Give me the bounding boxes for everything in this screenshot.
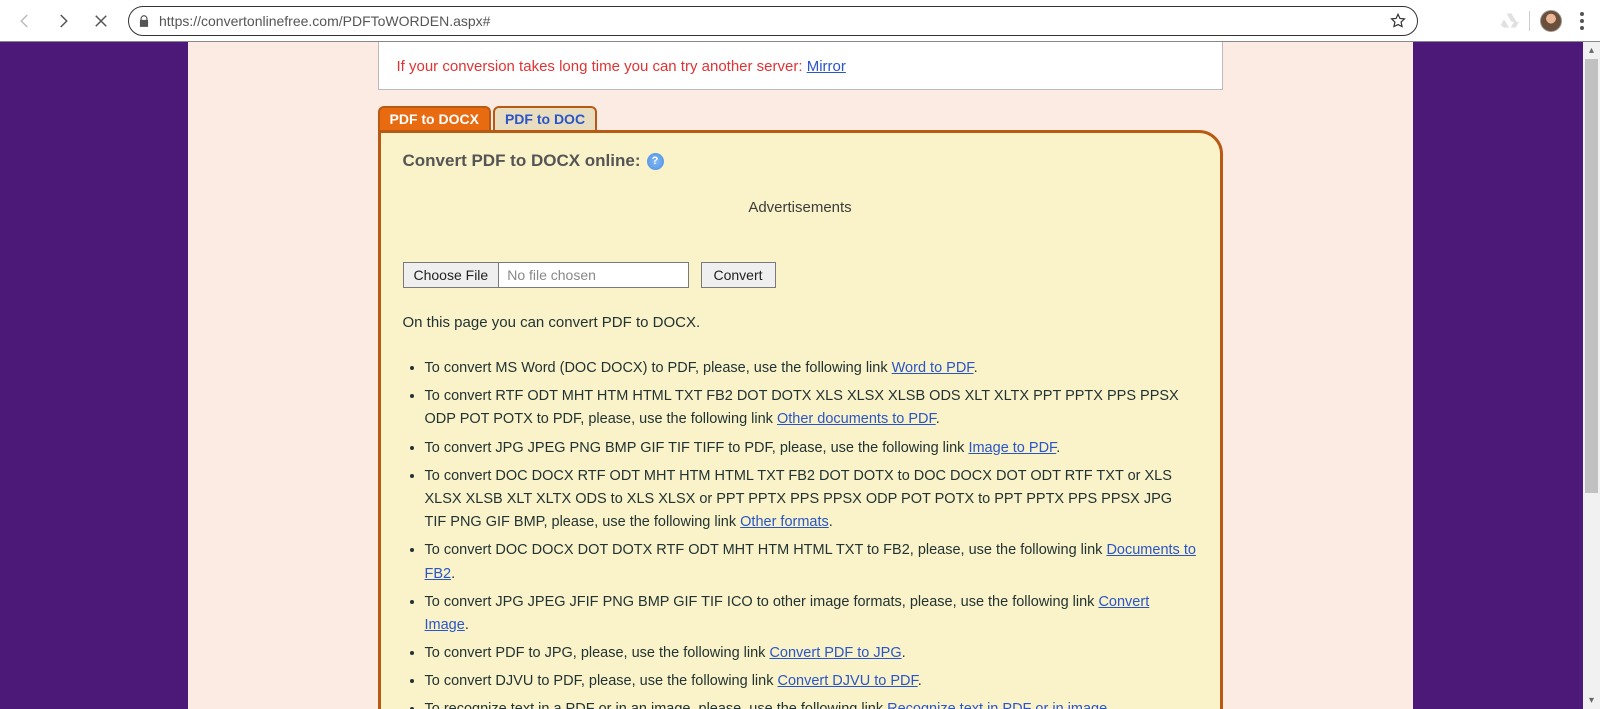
back-button[interactable] bbox=[8, 4, 42, 38]
list-item-link[interactable]: Image to PDF bbox=[968, 440, 1056, 456]
list-item: To convert JPG JPEG JFIF PNG BMP GIF TIF… bbox=[425, 591, 1198, 637]
lock-icon bbox=[137, 14, 151, 28]
list-item-suffix: . bbox=[974, 360, 978, 376]
help-icon[interactable]: ? bbox=[647, 153, 664, 170]
list-item-link[interactable]: Other documents to PDF bbox=[777, 411, 936, 427]
stop-button[interactable] bbox=[84, 4, 118, 38]
tab-pdf-to-doc-link[interactable]: PDF to DOC bbox=[505, 111, 585, 127]
list-item-text: To convert PDF to JPG, please, use the f… bbox=[425, 645, 770, 661]
list-item-suffix: . bbox=[902, 645, 906, 661]
star-icon[interactable] bbox=[1389, 12, 1407, 30]
close-icon bbox=[92, 12, 110, 30]
address-bar[interactable]: https://convertonlinefree.com/PDFToWORDE… bbox=[128, 6, 1418, 36]
page-canvas: If your conversion takes long time you c… bbox=[188, 42, 1413, 709]
arrow-left-icon bbox=[16, 12, 34, 30]
drive-icon[interactable] bbox=[1499, 11, 1519, 31]
tabs: PDF to DOCX PDF to DOC bbox=[378, 106, 1413, 130]
tab-pdf-to-doc[interactable]: PDF to DOC bbox=[493, 106, 597, 130]
list-item-text: To recognize text in a PDF or in an imag… bbox=[425, 701, 888, 709]
list-item-link[interactable]: Other formats bbox=[740, 514, 829, 530]
list-item-link[interactable]: Convert PDF to JPG bbox=[769, 645, 901, 661]
scroll-up-button[interactable]: ▴ bbox=[1583, 42, 1600, 59]
browser-toolbar: https://convertonlinefree.com/PDFToWORDE… bbox=[0, 0, 1600, 42]
upload-row: Choose File No file chosen Convert bbox=[403, 262, 1198, 288]
list-item-link[interactable]: Word to PDF bbox=[892, 360, 974, 376]
scroll-down-button[interactable]: ▾ bbox=[1583, 692, 1600, 709]
avatar[interactable] bbox=[1540, 10, 1562, 32]
intro-text: On this page you can convert PDF to DOCX… bbox=[403, 314, 1198, 331]
list-item-text: To convert DJVU to PDF, please, use the … bbox=[425, 673, 778, 689]
list-item: To convert DOC DOCX DOT DOTX RTF ODT MHT… bbox=[425, 539, 1198, 585]
list-item-link[interactable]: Convert DJVU to PDF bbox=[778, 673, 918, 689]
list-item: To recognize text in a PDF or in an imag… bbox=[425, 698, 1198, 709]
panel-title: Convert PDF to DOCX online: bbox=[403, 151, 641, 171]
list-item: To convert MS Word (DOC DOCX) to PDF, pl… bbox=[425, 357, 1198, 380]
list-item-suffix: . bbox=[1107, 701, 1111, 709]
kebab-icon bbox=[1580, 19, 1584, 23]
file-input-group[interactable]: Choose File No file chosen bbox=[403, 262, 689, 288]
list-item-text: To convert JPG JPEG PNG BMP GIF TIF TIFF… bbox=[425, 440, 969, 456]
browser-menu-button[interactable] bbox=[1572, 11, 1592, 31]
list-item: To convert DJVU to PDF, please, use the … bbox=[425, 670, 1198, 693]
list-item: To convert DOC DOCX RTF ODT MHT HTM HTML… bbox=[425, 465, 1198, 535]
list-item: To convert PDF to JPG, please, use the f… bbox=[425, 642, 1198, 665]
list-item-suffix: . bbox=[1056, 440, 1060, 456]
conversion-panel: Convert PDF to DOCX online: ? Advertisem… bbox=[378, 130, 1223, 709]
vertical-scrollbar[interactable]: ▴ ▾ bbox=[1583, 42, 1600, 709]
list-item-text: To convert DOC DOCX DOT DOTX RTF ODT MHT… bbox=[425, 542, 1107, 558]
list-item-suffix: . bbox=[936, 411, 940, 427]
list-item-suffix: . bbox=[451, 566, 455, 582]
list-item: To convert RTF ODT MHT HTM HTML TXT FB2 … bbox=[425, 385, 1198, 431]
forward-button[interactable] bbox=[46, 4, 80, 38]
list-item-suffix: . bbox=[465, 617, 469, 633]
links-list: To convert MS Word (DOC DOCX) to PDF, pl… bbox=[403, 357, 1198, 709]
list-item-link[interactable]: Recognize text in PDF or in image bbox=[887, 701, 1107, 709]
list-item-text: To convert MS Word (DOC DOCX) to PDF, pl… bbox=[425, 360, 892, 376]
ads-label-top: Advertisements bbox=[403, 199, 1198, 216]
list-item-suffix: . bbox=[918, 673, 922, 689]
list-item-suffix: . bbox=[829, 514, 833, 530]
notice-box: If your conversion takes long time you c… bbox=[378, 42, 1223, 90]
tab-pdf-to-docx[interactable]: PDF to DOCX bbox=[378, 106, 491, 130]
mirror-text: If your conversion takes long time you c… bbox=[397, 58, 807, 75]
scroll-thumb[interactable] bbox=[1585, 59, 1598, 493]
list-item-text: To convert JPG JPEG JFIF PNG BMP GIF TIF… bbox=[425, 594, 1099, 610]
panel-title-row: Convert PDF to DOCX online: ? bbox=[403, 151, 1198, 171]
arrow-right-icon bbox=[54, 12, 72, 30]
file-chosen-label: No file chosen bbox=[499, 263, 687, 287]
toolbar-right bbox=[1491, 10, 1592, 32]
choose-file-button[interactable]: Choose File bbox=[404, 263, 500, 287]
separator bbox=[1529, 11, 1530, 31]
mirror-link[interactable]: Mirror bbox=[807, 58, 846, 75]
viewport: If your conversion takes long time you c… bbox=[0, 42, 1600, 709]
url-text: https://convertonlinefree.com/PDFToWORDE… bbox=[159, 13, 1389, 29]
list-item: To convert JPG JPEG PNG BMP GIF TIF TIFF… bbox=[425, 437, 1198, 460]
mirror-notice: If your conversion takes long time you c… bbox=[397, 58, 1204, 75]
convert-button[interactable]: Convert bbox=[701, 262, 776, 288]
